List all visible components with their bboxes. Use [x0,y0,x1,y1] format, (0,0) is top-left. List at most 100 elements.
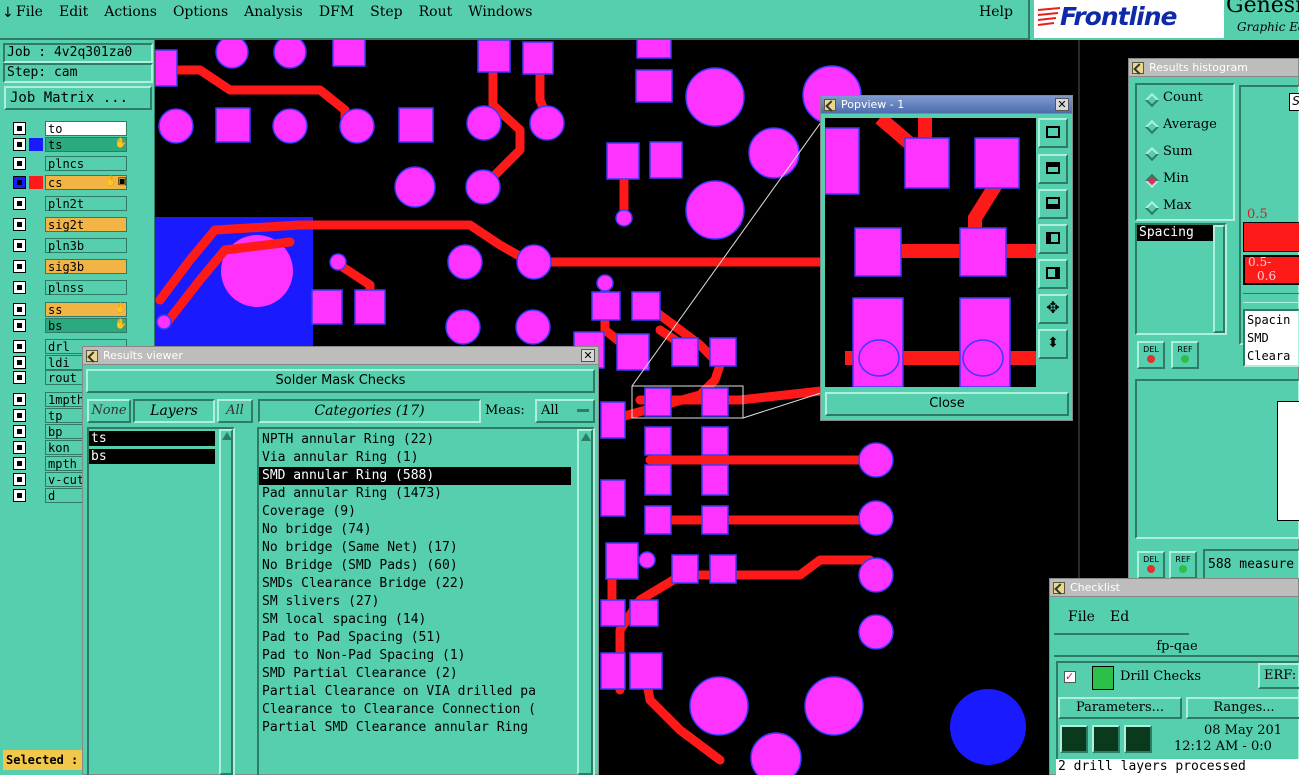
layer-checkbox[interactable] [13,425,26,438]
close-icon[interactable]: ✕ [1055,98,1069,111]
menu-file[interactable]: File [16,4,43,20]
pan-right-icon[interactable] [1038,259,1068,289]
category-item[interactable]: No bridge (Same Net) (17) [259,539,571,557]
parameters-button[interactable]: Parameters... [1058,697,1182,719]
category-item[interactable]: SMD Partial Clearance (2) [259,665,571,683]
layer-checkbox[interactable] [13,319,26,332]
category-item[interactable]: Coverage (9) [259,503,571,521]
option-label-max[interactable]: Max [1163,198,1191,213]
ref-button-2[interactable]: REF [1169,551,1197,579]
layer-row-ss[interactable]: ss ✋ [11,302,129,317]
popview-close-button[interactable]: Close [825,392,1069,416]
menu-rout[interactable]: Rout [419,4,453,20]
layer-list-item[interactable]: ts [89,431,215,446]
category-item[interactable]: Partial SMD Clearance annular Ring [259,719,571,737]
scroll-up-icon[interactable] [581,433,591,441]
histogram-chart[interactable]: S 0.5 0.5- 0.6 [1239,85,1299,345]
scroll-up-icon[interactable] [222,432,232,440]
layer-name[interactable]: to [45,121,127,136]
del-button-2[interactable]: DEL [1137,551,1165,579]
layer-checkbox[interactable] [13,409,26,422]
run-selected-icon[interactable] [1124,725,1152,753]
layer-row-sig3b[interactable]: sig3b [11,259,129,274]
menu-help[interactable]: Help [979,4,1013,20]
pan-down-icon[interactable] [1038,189,1068,219]
category-item[interactable]: Pad to Pad Spacing (51) [259,629,571,647]
layer-name[interactable]: pln2t [45,196,127,211]
layer-name[interactable]: pln3b [45,238,127,253]
window-menu-icon[interactable] [1053,582,1065,594]
categories-scrollbar[interactable] [577,429,593,775]
job-matrix-button[interactable]: Job Matrix ... [4,86,152,110]
layer-checkbox[interactable] [13,176,26,189]
histogram-slider[interactable] [1243,293,1299,303]
layers-button[interactable]: Layers [133,399,215,423]
layer-row-pln3b[interactable]: pln3b [11,238,129,253]
radio-sum[interactable] [1144,146,1160,162]
run-all-icon[interactable] [1092,725,1120,753]
category-item[interactable]: SM local spacing (14) [259,611,571,629]
menu-actions[interactable]: Actions [104,4,157,20]
layer-checkbox[interactable] [13,441,26,454]
layer-row-to[interactable]: to [11,121,129,136]
ranges-button[interactable]: Ranges... [1186,697,1299,719]
histogram-preview[interactable] [1135,379,1299,539]
layer-row-sig2t[interactable]: sig2t [11,217,129,232]
check-status-icon[interactable]: ✓ [1064,671,1076,683]
option-label-count[interactable]: Count [1163,90,1203,105]
none-button[interactable]: None [87,399,131,423]
layer-name[interactable]: sig2t [45,217,127,232]
meas-dropdown[interactable]: All [535,399,595,423]
popview-canvas[interactable] [825,118,1036,387]
window-menu-icon[interactable] [824,99,836,111]
pan-left-icon[interactable] [1038,224,1068,254]
menu-analysis[interactable]: Analysis [244,4,303,20]
checklist-menu-edit[interactable]: Ed [1110,609,1129,625]
layer-checkbox[interactable] [13,218,26,231]
measure-scrollbar[interactable] [1213,225,1225,333]
check-row[interactable]: ✓ Drill Checks ERF: Parameters... Ranges… [1056,661,1299,775]
checklist-titlebar[interactable]: Checklist [1050,579,1298,597]
layer-checkbox[interactable] [13,393,26,406]
menu-dfm[interactable]: DFM [319,4,354,20]
category-item[interactable]: Partial Clearance on VIA drilled pa [259,683,571,701]
zoom-in-icon[interactable]: ✥ [1038,294,1068,324]
del-button[interactable]: DEL [1137,341,1165,369]
categories-button[interactable]: Categories (17) [258,399,481,423]
run-icon[interactable] [1060,725,1088,753]
category-item[interactable]: SMD annular Ring (588) [259,467,571,485]
radio-average[interactable] [1144,119,1160,135]
all-button[interactable]: All [217,399,253,423]
layer-checkbox[interactable] [13,281,26,294]
category-item[interactable]: Via annular Ring (1) [259,449,571,467]
layer-checkbox[interactable] [13,371,26,384]
layers-listbox[interactable]: ts bs [87,427,235,775]
results-viewer-titlebar[interactable]: Results viewer ✕ [83,347,598,365]
window-menu-icon[interactable] [1132,62,1144,74]
option-label-min[interactable]: Min [1163,171,1189,186]
menu-windows[interactable]: Windows [468,4,532,20]
measure-item[interactable]: Spacing [1137,225,1213,241]
layer-list-item[interactable]: bs [89,449,215,464]
layer-checkbox[interactable] [13,340,26,353]
histogram-titlebar[interactable]: Results histogram [1129,59,1298,77]
layer-row-plncs[interactable]: plncs [11,156,129,171]
window-menu-icon[interactable] [86,350,98,362]
option-label-sum[interactable]: Sum [1163,144,1193,159]
close-icon[interactable]: ✕ [581,349,595,362]
layer-name[interactable]: sig3b [45,259,127,274]
layer-row-pln2t[interactable]: pln2t [11,196,129,211]
category-item[interactable]: SMDs Clearance Bridge (22) [259,575,571,593]
menu-edit[interactable]: Edit [59,4,88,20]
layer-checkbox[interactable] [13,473,26,486]
radio-count[interactable] [1144,92,1160,108]
layers-scrollbar[interactable] [219,429,233,775]
layer-checkbox[interactable] [13,489,26,502]
measure-listbox[interactable]: Spacing [1135,223,1227,335]
layer-checkbox[interactable] [13,239,26,252]
category-item[interactable]: No bridge (74) [259,521,571,539]
zoom-fit-icon[interactable] [1038,118,1068,148]
layer-checkbox[interactable] [13,260,26,273]
layer-name[interactable]: plnss [45,280,127,295]
menu-options[interactable]: Options [173,4,228,20]
